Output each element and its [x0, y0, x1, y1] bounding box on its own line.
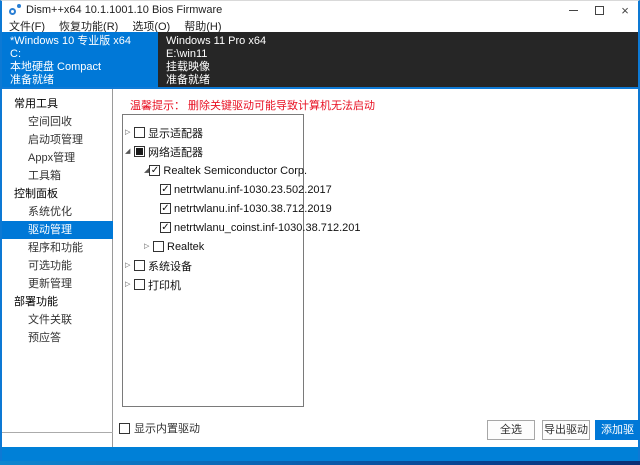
sidebar-item-system-optimization[interactable]: 系统优化 [2, 203, 113, 221]
sidebar-item-file-association[interactable]: 文件关联 [2, 311, 113, 329]
checkbox-checked[interactable]: ✓ [149, 165, 160, 176]
sidebar-group-common-tools: 常用工具 [2, 95, 113, 113]
warning-text: 温馨提示： 删除关键驱动可能导致计算机无法启动 [130, 97, 375, 113]
image-panel-mounted[interactable]: Windows 11 Pro x64 E:\win11 挂载映像 准备就绪 [158, 32, 638, 87]
expander-collapsed-icon[interactable]: ▷ [125, 128, 134, 137]
show-builtin-label: 显示内置驱动 [134, 420, 200, 436]
checkbox-checked[interactable]: ✓ [160, 222, 171, 233]
tree-item[interactable]: ▷ Realtek [123, 237, 303, 256]
sidebar-item-update-manager[interactable]: 更新管理 [2, 275, 113, 293]
tree-item[interactable]: ◢ ✓ Realtek Semiconductor Corp. [123, 161, 303, 180]
sidebar-item-startup-manager[interactable]: 启动项管理 [2, 131, 113, 149]
tree-item[interactable]: ◢ 网络适配器 [123, 142, 303, 161]
image-panel-local[interactable]: *Windows 10 专业版 x64 C: 本地硬盘 Compact 准备就绪 [2, 32, 158, 87]
main-area: 常用工具 空间回收 启动项管理 Appx管理 工具箱 控制面板 系统优化 驱动管… [2, 89, 638, 447]
tree-item[interactable]: ▷ 显示适配器 [123, 123, 303, 142]
os-name: Windows 11 Pro x64 [166, 35, 630, 48]
checkbox-checked[interactable]: ✓ [160, 203, 171, 214]
export-drivers-button[interactable]: 导出驱动 [542, 420, 590, 440]
sidebar-group-control-panel: 控制面板 [2, 185, 113, 203]
sidebar-group-deployment: 部署功能 [2, 293, 113, 311]
tree-item-label: netrtwlanu.inf-1030.23.502.2017 [174, 184, 332, 196]
close-button[interactable]: × [612, 1, 638, 19]
window-title: Dism++x64 10.1.1001.10 Bios Firmware [26, 4, 222, 16]
tree-item-label: 网络适配器 [148, 144, 203, 160]
select-all-button[interactable]: 全选 [487, 420, 535, 440]
maximize-button[interactable] [586, 1, 612, 19]
tree-item-label: 打印机 [148, 277, 181, 293]
status: 准备就绪 [166, 74, 630, 87]
status: 准备就绪 [10, 74, 150, 87]
image-panels: *Windows 10 专业版 x64 C: 本地硬盘 Compact 准备就绪… [2, 32, 638, 87]
minimize-icon [569, 10, 578, 11]
disk-type: 本地硬盘 Compact [10, 61, 150, 74]
tree-item[interactable]: ▷ 系统设备 [123, 256, 303, 275]
drive: C: [10, 48, 150, 61]
checkbox-unchecked[interactable] [119, 423, 130, 434]
driver-tree: ▷ 显示适配器 ◢ 网络适配器 ◢ ✓ Realtek Semiconducto… [122, 114, 304, 407]
tree-item-label: netrtwlanu_coinst.inf-1030.38.712.201 [174, 222, 361, 234]
menubar: 文件(F) 恢复功能(R) 选项(O) 帮助(H) [2, 19, 638, 32]
checkbox-unchecked[interactable] [153, 241, 164, 252]
tree-item-label: netrtwlanu.inf-1030.38.712.2019 [174, 203, 332, 215]
tree-item-label: Realtek [167, 241, 204, 253]
sidebar-item-driver-manager[interactable]: 驱动管理 [2, 221, 113, 239]
sidebar-item-appx-manager[interactable]: Appx管理 [2, 149, 113, 167]
status-bar [2, 447, 638, 462]
sidebar-item-unattend[interactable]: 预应答 [2, 329, 113, 347]
tree-item-label: Realtek Semiconductor Corp. [163, 165, 307, 177]
sidebar: 常用工具 空间回收 启动项管理 Appx管理 工具箱 控制面板 系统优化 驱动管… [2, 89, 113, 447]
tree-item-label: 显示适配器 [148, 125, 203, 141]
tree-item[interactable]: ✓ netrtwlanu.inf-1030.23.502.2017 [123, 180, 303, 199]
expander-expanded-icon[interactable]: ◢ [125, 147, 134, 156]
tree-item[interactable]: ✓ netrtwlanu.inf-1030.38.712.2019 [123, 199, 303, 218]
tree-item[interactable]: ✓ netrtwlanu_coinst.inf-1030.38.712.201 [123, 218, 303, 237]
sidebar-divider [2, 432, 113, 433]
tree-item-label: 系统设备 [148, 258, 192, 274]
expander-collapsed-icon[interactable]: ▷ [125, 261, 134, 270]
maximize-icon [595, 6, 604, 15]
checkbox-unchecked[interactable] [134, 127, 145, 138]
sidebar-item-toolbox[interactable]: 工具箱 [2, 167, 113, 185]
mount-path: E:\win11 [166, 48, 630, 61]
sidebar-item-programs-features[interactable]: 程序和功能 [2, 239, 113, 257]
screen: Dism++x64 10.1.1001.10 Bios Firmware × 文… [0, 0, 640, 465]
close-icon: × [621, 4, 629, 17]
window-controls: × [560, 1, 638, 19]
show-builtin-drivers[interactable]: 显示内置驱动 [119, 420, 200, 436]
desktop-edge [0, 461, 640, 465]
mount-type: 挂载映像 [166, 61, 630, 74]
tree-item[interactable]: ▷ 打印机 [123, 275, 303, 294]
checkbox-checked[interactable]: ✓ [160, 184, 171, 195]
app-logo-icon [9, 4, 22, 16]
titlebar: Dism++x64 10.1.1001.10 Bios Firmware × [2, 1, 638, 19]
checkbox-unchecked[interactable] [134, 260, 145, 271]
add-drivers-button[interactable]: 添加驱动 [595, 420, 640, 440]
expander-collapsed-icon[interactable]: ▷ [125, 280, 134, 289]
sidebar-item-space-recovery[interactable]: 空间回收 [2, 113, 113, 131]
app-window: Dism++x64 10.1.1001.10 Bios Firmware × 文… [0, 0, 640, 465]
checkbox-unchecked[interactable] [134, 279, 145, 290]
expander-collapsed-icon[interactable]: ▷ [144, 242, 153, 251]
checkbox-indeterminate[interactable] [134, 146, 145, 157]
sidebar-item-optional-features[interactable]: 可选功能 [2, 257, 113, 275]
minimize-button[interactable] [560, 1, 586, 19]
os-name: *Windows 10 专业版 x64 [10, 35, 150, 48]
driver-manager-panel: 温馨提示： 删除关键驱动可能导致计算机无法启动 ▷ 显示适配器 ◢ 网络适配器 … [114, 89, 638, 447]
